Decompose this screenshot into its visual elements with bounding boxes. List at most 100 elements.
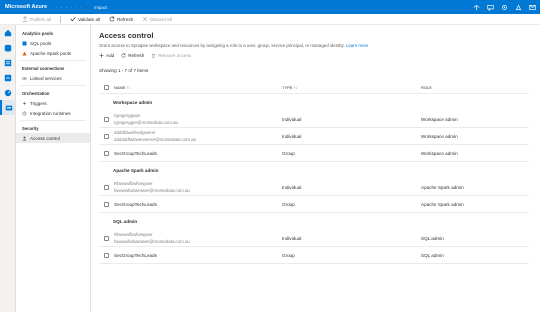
table-row[interactable]: Rbwwwfbwfwegwer fwwwwfwbwetwer@morsedata… [99, 230, 529, 247]
nav-item-linked-services[interactable]: Linked services [16, 73, 90, 83]
row-checkbox[interactable] [104, 252, 109, 258]
column-type-label: TYPE [282, 85, 293, 90]
remove-access-button[interactable]: Remove access [151, 53, 191, 58]
table-row[interactable]: Rbwwwfbwfwegwer fwwwwfwbwetwer@morsedata… [99, 179, 529, 196]
data-icon[interactable] [0, 40, 16, 55]
plus-icon [99, 53, 104, 58]
principal-email: ddddddfwbwerwerrer@morsedata.com.au [114, 136, 197, 142]
principal-type: Group [282, 252, 295, 258]
nav-item-apache-spark-pools[interactable]: Apache Spark pools [16, 48, 90, 58]
column-header-name[interactable]: NAME ↑↓ [114, 85, 131, 90]
nav-item-label: Apache Spark pools [30, 50, 72, 56]
principal-email: rgregergger@morsedata.com.au [114, 119, 178, 125]
account-icon[interactable] [529, 4, 536, 11]
principal-type: Group [282, 150, 295, 156]
page-title: Access control [99, 31, 154, 40]
group-label: Workspace admin [113, 100, 153, 105]
principal-type: Individual [282, 235, 302, 241]
feedback-icon[interactable] [487, 4, 494, 11]
nav-item-label: Triggers [30, 100, 47, 106]
command-bar: Publish all Validate all Refresh Discard… [0, 14, 540, 25]
access-control-icon [22, 136, 27, 140]
table-row[interactable]: SecGroupTechLeads Group SQL admin [99, 247, 529, 264]
manage-icon[interactable] [0, 100, 16, 115]
add-label: Add [106, 53, 115, 58]
row-checkbox[interactable] [104, 235, 109, 241]
sort-icon: ↑↓ [293, 85, 298, 90]
develop-icon[interactable] [0, 55, 16, 70]
page-description: Grant access to Synapse workspace and re… [99, 43, 540, 48]
group-label: Apache Spark admin [113, 168, 159, 173]
sql-pool-icon [22, 41, 27, 45]
column-header-role[interactable]: ROLE [421, 85, 432, 90]
nav-item-label: Integration runtimes [30, 110, 71, 116]
sync-icon[interactable] [473, 4, 480, 11]
breadcrumb[interactable]: Impact [94, 5, 107, 10]
help-icon[interactable] [515, 4, 522, 11]
table-row[interactable]: ddddfdwwhwdgwerer ddddddfwbwerwerrer@mor… [99, 128, 529, 145]
item-count: Showing 1 - 7 of 7 items [99, 68, 149, 73]
table-row[interactable]: SecGroupTechLeads Group Apache Spark adm… [99, 196, 529, 213]
row-checkbox[interactable] [104, 150, 109, 156]
principal-name: Rbwwwfbwfwegwer fwwwwfwbwetwer@morsedata… [114, 232, 190, 244]
section-title-orchestration: Orchestration [22, 91, 50, 96]
monitor-icon[interactable] [0, 85, 16, 100]
home-icon[interactable] [0, 25, 16, 40]
role-name: Workspace admin [421, 150, 458, 156]
nav-item-integration-runtimes[interactable]: Integration runtimes [16, 108, 90, 118]
publish-icon [22, 16, 28, 22]
principal-name: SecGroupTechLeads [114, 150, 157, 156]
workspace-name[interactable]: · · · · · · [56, 5, 94, 10]
group-header-apache-spark-admin[interactable]: Apache Spark admin [99, 162, 529, 179]
sort-icon: ↑↓ [126, 85, 131, 90]
nav-item-sql-pools[interactable]: SQL pools [16, 38, 90, 48]
publish-all-button[interactable]: Publish all [22, 16, 51, 22]
nav-item-label: Linked services [30, 75, 62, 81]
role-name: Workspace admin [421, 133, 458, 139]
section-title-analytics-pools: Analytics pools [22, 31, 53, 36]
principal-display-name: rgregerggepe [114, 113, 141, 119]
action-bar: Add Refresh Remove access [99, 53, 540, 58]
table-row[interactable]: rgregerggepe rgregergger@morsedata.com.a… [99, 111, 529, 128]
validate-all-button[interactable]: Validate all [70, 16, 100, 22]
description-text: Grant access to Synapse workspace and re… [99, 43, 345, 48]
row-checkbox[interactable] [104, 184, 109, 190]
validate-all-label: Validate all [77, 16, 101, 22]
integrate-icon[interactable] [0, 70, 16, 85]
select-all-checkbox[interactable] [104, 85, 109, 90]
role-name: Workspace admin [421, 116, 458, 122]
row-checkbox[interactable] [104, 201, 109, 207]
remove-access-label: Remove access [158, 53, 191, 58]
add-button[interactable]: Add [99, 53, 114, 58]
manage-subnav: Analytics pools SQL pools Apache Spark p… [16, 25, 91, 312]
row-checkbox[interactable] [104, 133, 109, 139]
refresh-button[interactable]: Refresh [109, 16, 133, 22]
column-header-type[interactable]: TYPE ↑↓ [282, 85, 298, 90]
section-title-external-connections: External connections [22, 66, 65, 71]
publish-all-label: Publish all [30, 16, 51, 22]
table-row[interactable]: SecGroupTechLeads Group Workspace admin [99, 145, 529, 162]
group-header-sql-admin[interactable]: SQL admin [99, 213, 529, 230]
principal-name: Rbwwwfbwfwegwer fwwwwfwbwetwer@morsedata… [114, 181, 190, 193]
settings-icon[interactable] [501, 4, 508, 11]
row-checkbox[interactable] [104, 116, 109, 122]
delete-icon [152, 54, 156, 58]
nav-item-access-control[interactable]: Access control [16, 133, 90, 143]
refresh-list-button[interactable]: Refresh [121, 53, 144, 58]
principal-name: SecGroupTechLeads [114, 201, 157, 207]
nav-item-triggers[interactable]: Triggers [16, 98, 90, 108]
top-bar: Microsoft Azure · · · · · · Impact [0, 0, 540, 14]
nav-item-label: SQL pools [30, 40, 52, 46]
group-header-workspace-admin[interactable]: Workspace admin [99, 94, 529, 111]
linked-service-icon [22, 76, 27, 80]
principal-name: SecGroupTechLeads [114, 252, 157, 258]
discard-all-button[interactable]: Discard all [142, 16, 172, 22]
principal-type: Individual [282, 133, 302, 139]
principal-email: fwwwwfwbwetwer@morsedata.com.au [114, 187, 190, 193]
brand-label[interactable]: Microsoft Azure [0, 4, 56, 10]
role-name: Apache Spark admin [421, 184, 464, 190]
learn-more-link[interactable]: Learn more [346, 43, 368, 48]
refresh-icon [121, 53, 126, 58]
role-name: SQL admin [421, 252, 444, 258]
validate-icon [70, 16, 76, 22]
